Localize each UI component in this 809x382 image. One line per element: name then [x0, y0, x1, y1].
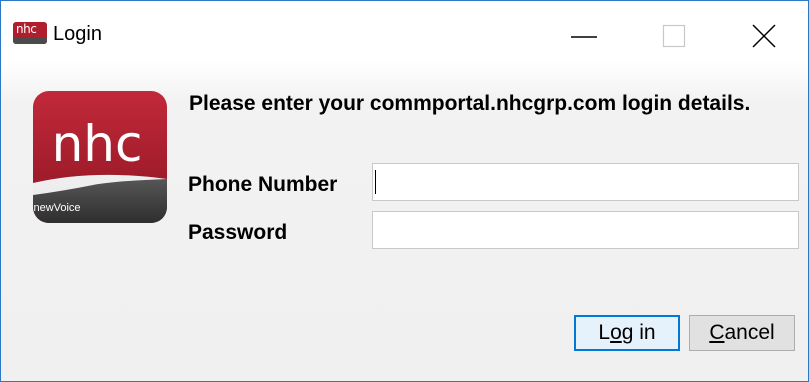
text-caret	[375, 170, 376, 194]
login-window: nhc Login nhc newVoice Please enter your…	[0, 0, 809, 382]
minimize-button[interactable]	[539, 1, 629, 61]
title-bar[interactable]: nhc Login	[1, 1, 808, 61]
logo-tagline: newVoice	[33, 202, 80, 214]
app-icon: nhc	[13, 22, 47, 44]
password-label: Password	[188, 221, 288, 244]
nhc-newvoice-logo: nhc newVoice	[33, 91, 167, 223]
logo-brand-text: nhc	[52, 115, 143, 173]
window-title: Login	[53, 23, 102, 45]
close-button[interactable]	[719, 1, 809, 61]
minimize-icon	[571, 36, 597, 38]
dialog-content: nhc newVoice Please enter your commporta…	[1, 61, 808, 381]
cancel-button[interactable]: Cancel	[689, 315, 795, 351]
close-icon	[752, 24, 776, 48]
maximize-icon	[662, 24, 686, 48]
login-button[interactable]: Log in	[574, 315, 680, 351]
phone-number-input[interactable]	[372, 163, 799, 201]
login-prompt: Please enter your commportal.nhcgrp.com …	[189, 92, 751, 115]
maximize-button[interactable]	[629, 1, 719, 61]
password-input[interactable]	[372, 211, 799, 249]
phone-number-label: Phone Number	[188, 173, 338, 196]
app-icon-text: nhc	[16, 22, 37, 36]
